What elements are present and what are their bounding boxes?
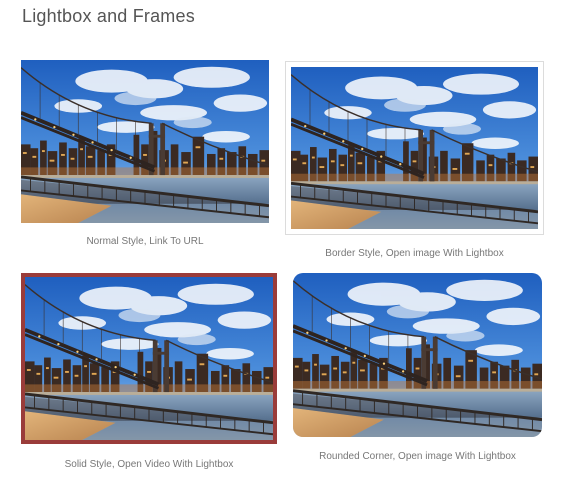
- bridge-photo: [25, 277, 273, 440]
- gallery-item-solid[interactable]: [21, 273, 277, 444]
- gallery-caption: Rounded Corner, Open image With Lightbox: [319, 451, 516, 462]
- bridge-photo: [293, 273, 542, 437]
- bridge-photo: [291, 67, 538, 229]
- bridge-photo: [21, 60, 269, 223]
- gallery-item-rounded[interactable]: [293, 273, 542, 437]
- gallery-item-normal[interactable]: [21, 60, 269, 223]
- gallery-item-border[interactable]: [285, 61, 544, 235]
- gallery-caption: Solid Style, Open Video With Lightbox: [64, 459, 234, 470]
- gallery-caption: Border Style, Open image With Lightbox: [325, 248, 504, 259]
- gallery-caption: Normal Style, Link To URL: [86, 236, 204, 247]
- page-title: Lightbox and Frames: [22, 6, 195, 26]
